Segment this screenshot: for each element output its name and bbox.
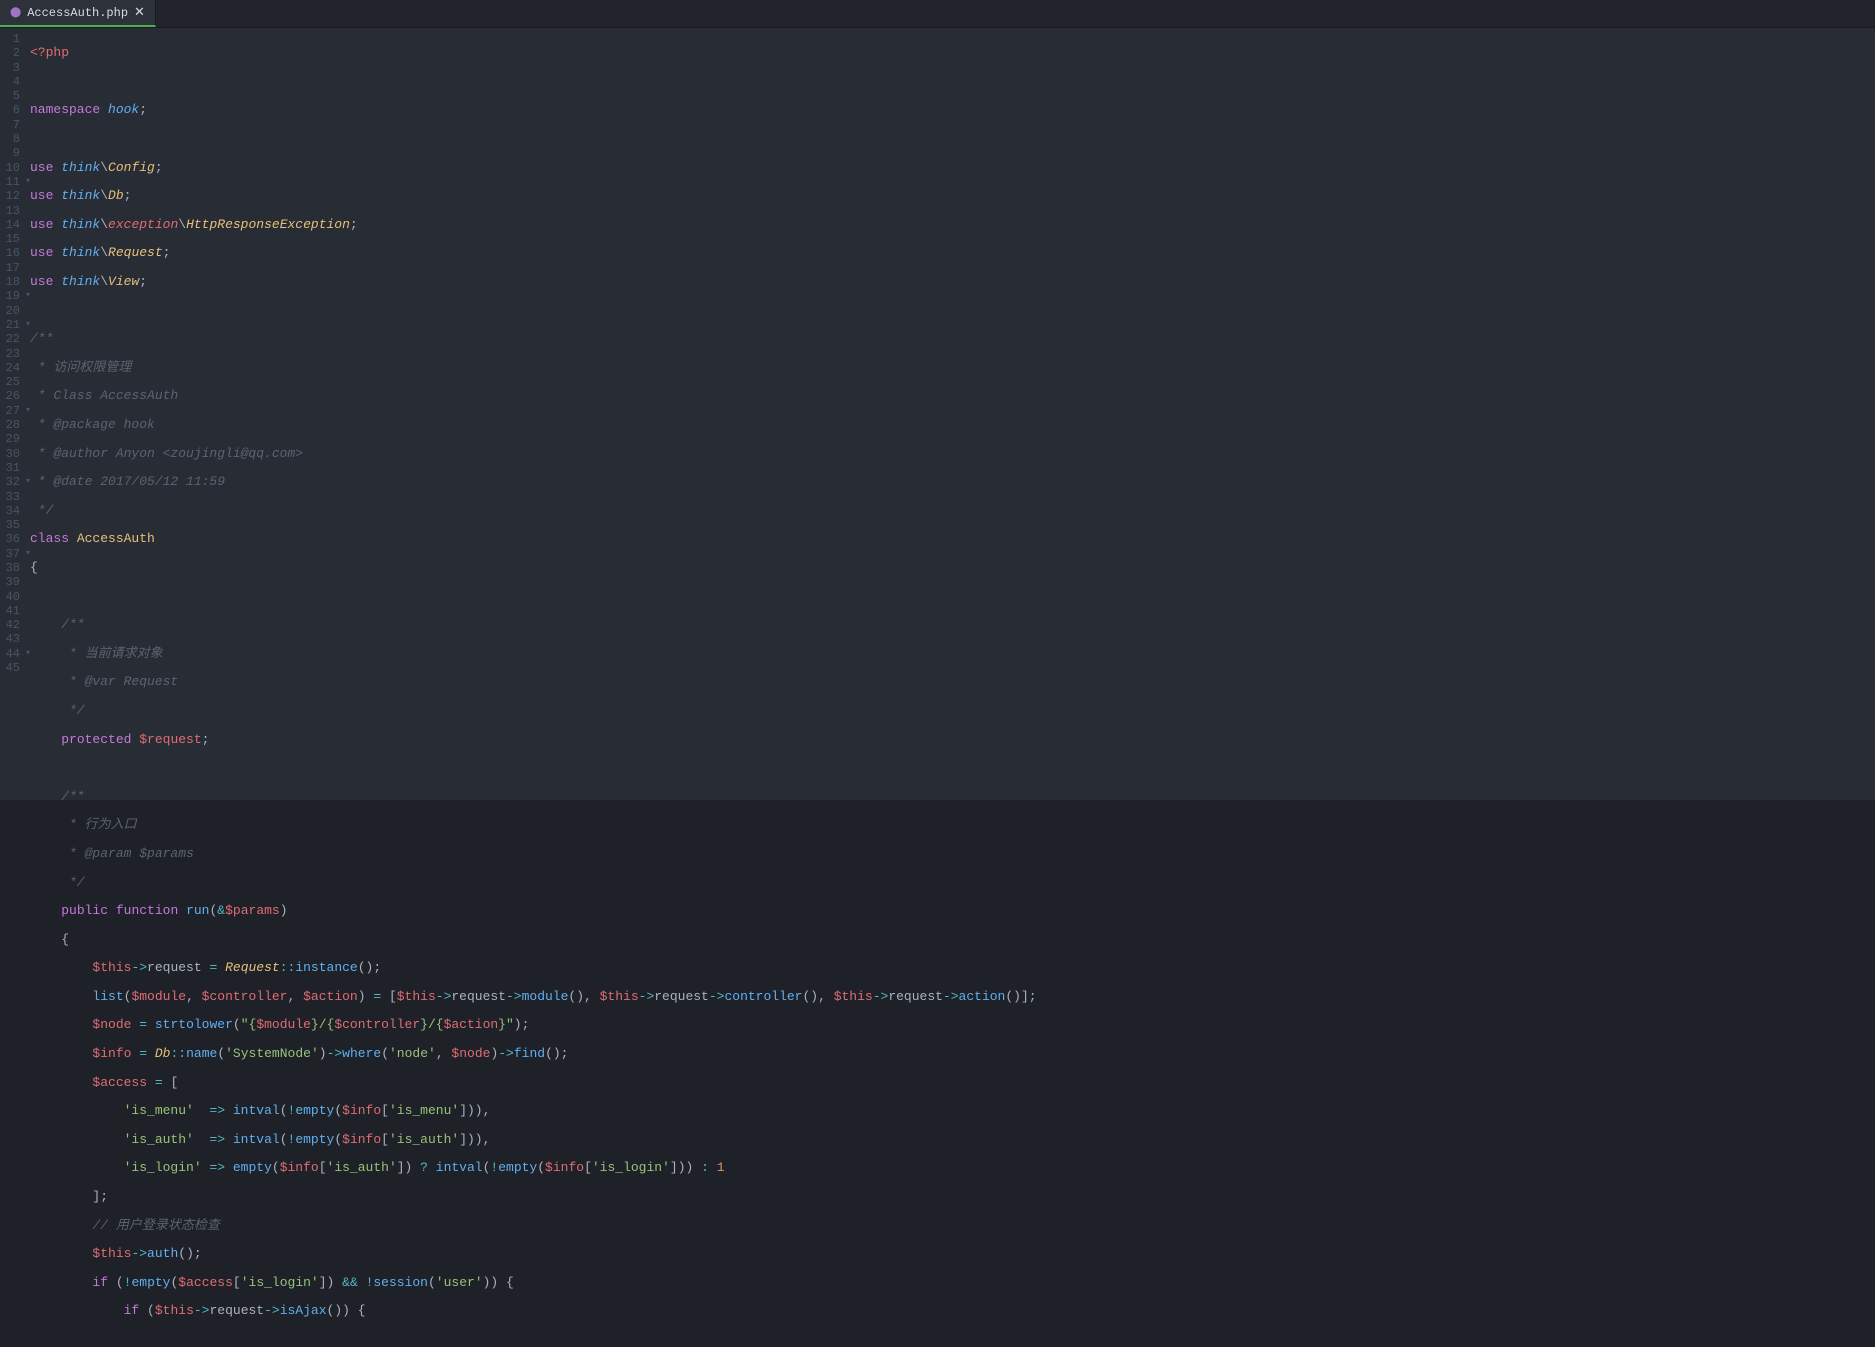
line-number: 34 [0,504,20,518]
code-editor[interactable]: 1234567891011121314151617181920212223242… [0,28,1875,800]
line-number: 6 [0,103,20,117]
line-number: 3 [0,61,20,75]
line-number: 16 [0,246,20,260]
line-number: 20 [0,304,20,318]
line-number: 31 [0,461,20,475]
line-number: 23 [0,347,20,361]
line-number: 24 [0,361,20,375]
line-number: 2 [0,46,20,60]
line-number: 13 [0,204,20,218]
line-number: 37 [0,547,20,561]
line-number: 41 [0,604,20,618]
line-number: 19 [0,289,20,303]
line-number-gutter: 1234567891011121314151617181920212223242… [0,28,26,800]
line-number: 45 [0,661,20,675]
line-number: 22 [0,332,20,346]
line-number: 32 [0,475,20,489]
line-number: 36 [0,532,20,546]
tab-bar: ⬤ AccessAuth.php ✕ [0,0,1875,28]
line-number: 43 [0,632,20,646]
line-number: 42 [0,618,20,632]
line-number: 44 [0,647,20,661]
tab-accessauth[interactable]: ⬤ AccessAuth.php ✕ [0,0,156,27]
php-file-icon: ⬤ [10,7,21,19]
line-number: 26 [0,389,20,403]
line-number: 5 [0,89,20,103]
line-number: 30 [0,447,20,461]
line-number: 27 [0,404,20,418]
line-number: 40 [0,590,20,604]
line-number: 12 [0,189,20,203]
line-number: 9 [0,146,20,160]
line-number: 8 [0,132,20,146]
line-number: 38 [0,561,20,575]
line-number: 14 [0,218,20,232]
line-number: 17 [0,261,20,275]
line-number: 21 [0,318,20,332]
line-number: 15 [0,232,20,246]
line-number: 10 [0,161,20,175]
line-number: 7 [0,118,20,132]
line-number: 39 [0,575,20,589]
line-number: 4 [0,75,20,89]
line-number: 1 [0,32,20,46]
line-number: 18 [0,275,20,289]
line-number: 29 [0,432,20,446]
tab-filename: AccessAuth.php [27,6,128,20]
line-number: 11 [0,175,20,189]
code-area[interactable]: <?php namespace hook; use think\Config; … [26,28,1875,800]
close-icon[interactable]: ✕ [134,5,145,20]
line-number: 35 [0,518,20,532]
line-number: 28 [0,418,20,432]
line-number: 25 [0,375,20,389]
line-number: 33 [0,490,20,504]
